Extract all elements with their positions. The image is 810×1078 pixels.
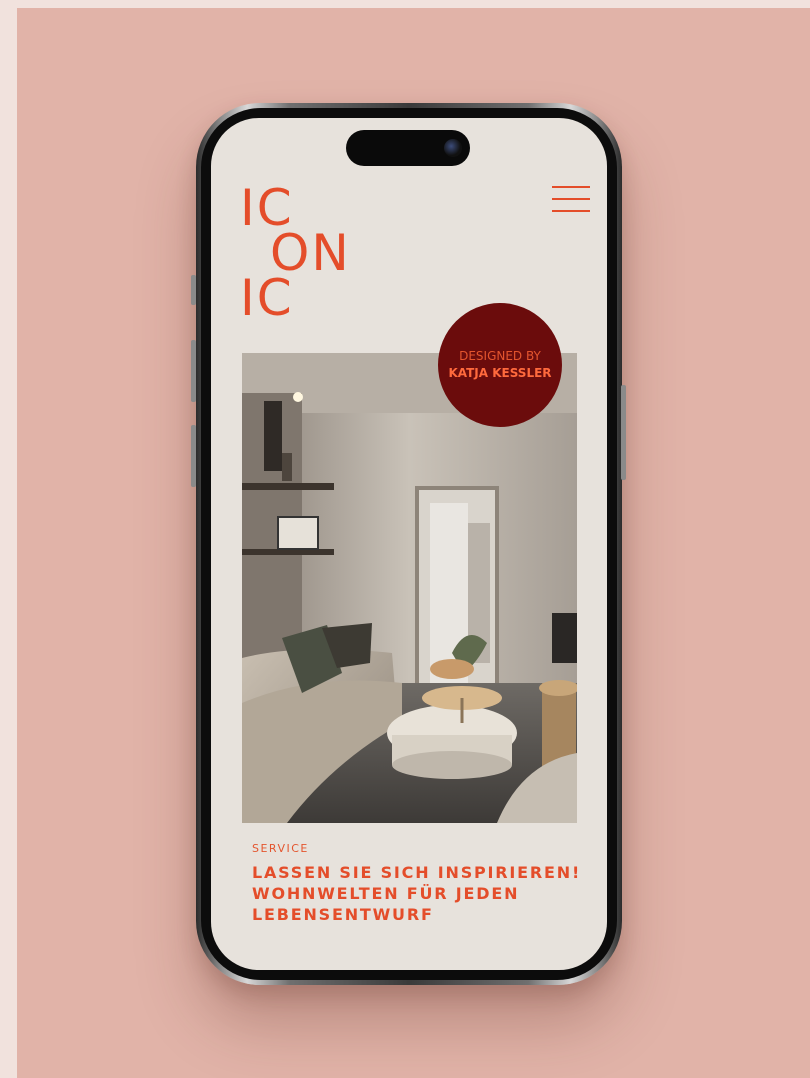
logo-line-3: IC xyxy=(240,269,294,327)
phone-side-button xyxy=(191,275,196,305)
designer-badge[interactable]: DESIGNED BY KATJA KESSLER xyxy=(438,303,562,427)
headline-line-2: WOHNWELTEN FÜR JEDEN xyxy=(252,884,520,903)
headline-line-1: LASSEN SIE SICH INSPIRIEREN! xyxy=(252,863,582,882)
phone-volume-down xyxy=(191,425,196,487)
hero-image-living-room xyxy=(242,353,577,823)
phone-power-button xyxy=(621,385,626,480)
camera-icon xyxy=(444,139,462,157)
phone-volume-up xyxy=(191,340,196,402)
badge-line-2: KATJA KESSLER xyxy=(448,366,552,380)
badge-line-1: DESIGNED BY xyxy=(459,349,541,363)
section-headline: LASSEN SIE SICH INSPIRIEREN! WOHNWELTEN … xyxy=(252,862,582,925)
iconic-logo[interactable]: IC ON IC xyxy=(240,183,351,327)
headline-line-3: LEBENSENTWURF xyxy=(252,905,434,924)
hamburger-menu-icon[interactable] xyxy=(552,186,590,212)
section-eyebrow: SERVICE xyxy=(252,842,309,855)
